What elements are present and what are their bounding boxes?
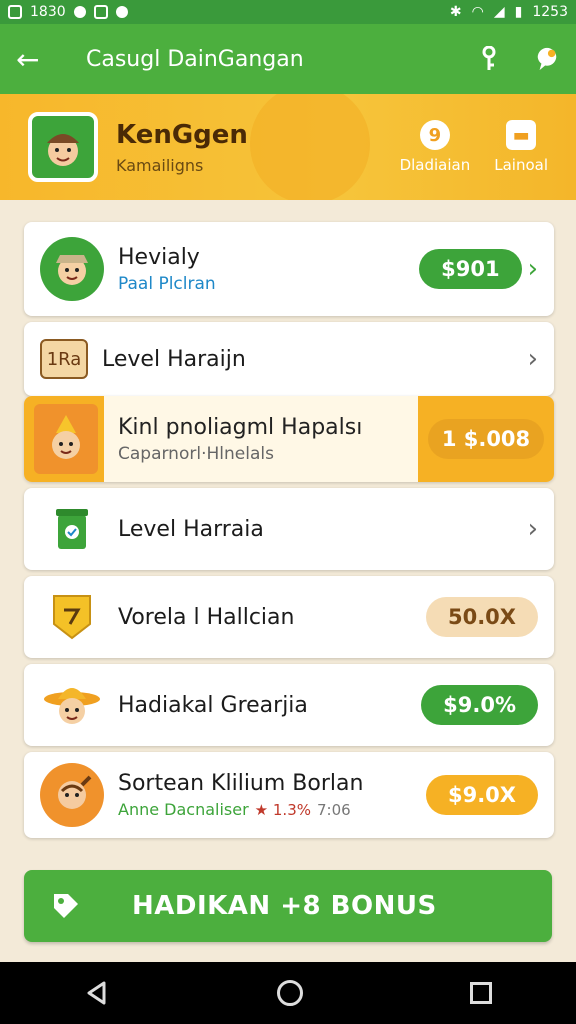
chat-bubble-icon bbox=[537, 47, 557, 71]
app-bar: ← Casugl DainGangan bbox=[0, 24, 576, 94]
trash-bin-icon bbox=[40, 497, 104, 561]
nav-back-icon[interactable] bbox=[84, 980, 110, 1006]
list-item[interactable]: Sortean Klilium Borlan Anne Dacnaliser ★… bbox=[24, 752, 554, 838]
status-bar: 1830 ✱ ◠ ◢ ▮ 1253 bbox=[0, 0, 576, 24]
list-item-highlighted[interactable]: Kinl pnoliagml Hapalsı Caparnorl·Hlnelal… bbox=[24, 396, 554, 482]
tag-icon bbox=[48, 888, 84, 924]
box-icon: ▬ bbox=[506, 120, 537, 150]
rating-text: ★ 1.3% bbox=[254, 800, 311, 819]
price-pill[interactable]: 1 $.008 bbox=[427, 419, 545, 459]
nav-home-icon[interactable] bbox=[276, 980, 303, 1006]
crate-icon: 1Ra bbox=[40, 339, 88, 379]
farmer-avatar-icon bbox=[47, 134, 79, 166]
stat-label: Lainoal bbox=[494, 156, 548, 174]
nav-recents-icon[interactable] bbox=[470, 982, 493, 1004]
back-button[interactable]: ← bbox=[16, 43, 56, 76]
app-title: Casugl DainGangan bbox=[86, 46, 304, 72]
signal-icon: ◢ bbox=[493, 4, 505, 20]
profile-banner: KenGgen Kamailigns 9 Dladiaian ▬ Lainoal bbox=[0, 94, 576, 200]
system-nav-bar bbox=[0, 962, 576, 1024]
item-title: Hevialy bbox=[118, 244, 200, 270]
key-icon bbox=[482, 46, 496, 70]
profile-avatar[interactable] bbox=[28, 112, 98, 182]
explorer-avatar-icon bbox=[40, 237, 104, 301]
list-item[interactable]: Level Harraia › bbox=[24, 488, 554, 570]
chevron-right-icon: › bbox=[527, 344, 538, 374]
highlight-right-band: 1 $.008 bbox=[418, 396, 554, 482]
item-title: Level Haraijn bbox=[102, 346, 246, 372]
item-title: Hadiakal Grearjia bbox=[118, 692, 308, 718]
app-notification-icon bbox=[73, 6, 86, 18]
profile-subtitle: Kamailigns bbox=[116, 155, 204, 175]
quest-list: Hevialy Paal Plclran $901 › 1Ra Level Ha… bbox=[24, 222, 554, 838]
key-button[interactable] bbox=[476, 46, 502, 72]
item-title: Level Harraia bbox=[118, 516, 264, 542]
item-subtitle: Anne Dacnaliser bbox=[118, 800, 249, 819]
item-title: Sortean Klilium Borlan bbox=[118, 771, 364, 796]
list-item[interactable]: Hadiakal Grearjia $9.0% bbox=[24, 664, 554, 746]
elf-avatar-icon bbox=[34, 404, 98, 474]
bonus-label: HADIKAN +8 BONUS bbox=[132, 891, 437, 921]
price-pill[interactable]: $901 bbox=[419, 249, 522, 289]
list-item[interactable]: Vorela l Hallcian 50.0X bbox=[24, 576, 554, 658]
chevron-right-icon: › bbox=[527, 514, 538, 544]
shield-badge-icon bbox=[40, 585, 104, 649]
worker-avatar-icon bbox=[40, 763, 104, 827]
sun-decoration bbox=[250, 94, 370, 200]
list-item[interactable]: Hevialy Paal Plclran $901 › bbox=[24, 222, 554, 316]
chat-button[interactable] bbox=[534, 46, 560, 72]
battery-icon: ▮ bbox=[514, 4, 523, 20]
price-pill[interactable]: 50.0X bbox=[425, 597, 538, 637]
wifi-icon: ◠ bbox=[471, 4, 484, 20]
list-item[interactable]: 1Ra Level Haraijn › bbox=[24, 322, 554, 396]
rating-extra: 7:06 bbox=[317, 800, 351, 819]
bluetooth-icon: ✱ bbox=[449, 4, 462, 20]
stat-label: Dladiaian bbox=[399, 156, 471, 174]
item-subtitle: Paal Plclran bbox=[118, 273, 216, 294]
status-clock: 1253 bbox=[532, 4, 568, 20]
profile-name: KenGgen bbox=[116, 119, 248, 150]
shop-notification-icon bbox=[93, 5, 108, 19]
cowgirl-avatar-icon bbox=[40, 673, 104, 737]
chevron-right-icon: › bbox=[527, 254, 538, 284]
coin-icon: 9 bbox=[419, 120, 450, 150]
dot-notification-icon bbox=[115, 6, 128, 18]
item-subtitle: Caparnorl·Hlnelals bbox=[118, 443, 274, 464]
item-title: Kinl pnoliagml Hapalsı bbox=[118, 414, 363, 440]
bonus-button[interactable]: HADIKAN +8 BONUS bbox=[24, 870, 552, 942]
price-pill[interactable]: $9.0% bbox=[421, 685, 538, 725]
notification-icon bbox=[8, 5, 22, 19]
status-time: 1830 bbox=[30, 4, 66, 20]
item-title: Vorela l Hallcian bbox=[118, 604, 295, 630]
price-pill[interactable]: $9.0X bbox=[425, 775, 538, 815]
arrow-left-icon: ← bbox=[16, 42, 40, 76]
stat-inventory[interactable]: ▬ Lainoal bbox=[494, 120, 548, 174]
stat-coins[interactable]: 9 Dladiaian bbox=[399, 120, 471, 174]
